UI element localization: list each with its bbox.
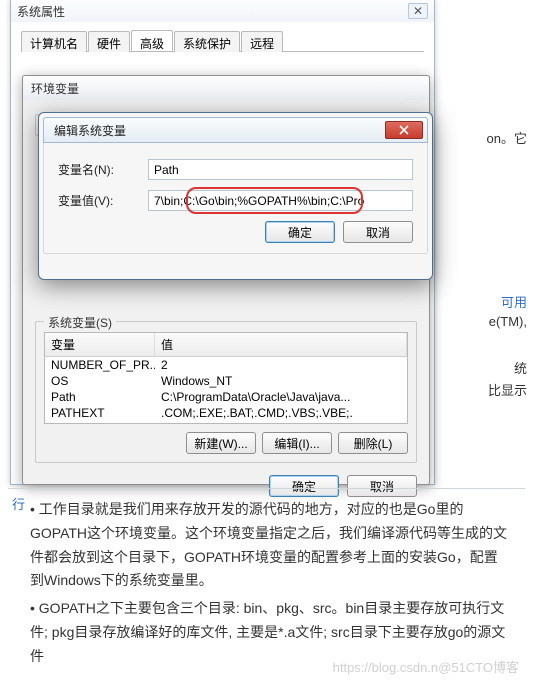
divider	[8, 488, 525, 489]
bg-text-fragment: 可用	[501, 292, 527, 311]
edit-system-variable-dialog: 编辑系统变量 变量名(N): 变量值(V): 确定 取消	[38, 112, 433, 280]
variable-name-input[interactable]	[148, 159, 413, 180]
close-icon[interactable]	[385, 121, 423, 139]
table-header: 变量 值	[45, 333, 407, 357]
cancel-button[interactable]: 取消	[347, 475, 417, 497]
table-row[interactable]: OS Windows_NT	[45, 373, 407, 389]
table-row[interactable]: NUMBER_OF_PR... 2	[45, 357, 407, 373]
table-row[interactable]: Path C:\ProgramData\Oracle\Java\java...	[45, 389, 407, 405]
tab-hardware[interactable]: 硬件	[88, 31, 130, 52]
editdlg-title: 编辑系统变量	[54, 122, 126, 139]
article-paragraph: 工作目录就是我们用来存放开发的源代码的地方，对应的也是Go里的GOPATH这个环…	[30, 498, 509, 593]
edit-button[interactable]: 编辑(I)...	[262, 432, 332, 454]
watermark: https://blog.csdn.n@51CTO博客	[333, 657, 519, 676]
bg-text-fragment: e(TM),	[489, 314, 527, 329]
variable-name-label: 变量名(N):	[58, 161, 148, 178]
bg-text-fragment: on。它	[487, 128, 527, 147]
bg-text-fragment: 行	[12, 494, 25, 513]
editdlg-titlebar[interactable]: 编辑系统变量	[43, 117, 428, 143]
variable-value-label: 变量值(V):	[58, 192, 148, 209]
envdlg-title: 环境变量	[31, 80, 79, 97]
ok-button[interactable]: 确定	[265, 221, 335, 243]
tab-advanced[interactable]: 高级	[131, 30, 173, 51]
system-variables-table[interactable]: 变量 值 NUMBER_OF_PR... 2 OS Windows_NT Pat…	[44, 332, 408, 424]
bg-text-fragment: 比显示	[488, 380, 527, 399]
sysprops-tabs: 计算机名 硬件 高级 系统保护 远程	[21, 30, 424, 52]
delete-button[interactable]: 删除(L)	[338, 432, 408, 454]
article-text: 工作目录就是我们用来存放开发的源代码的地方，对应的也是Go里的GOPATH这个环…	[30, 498, 509, 673]
ok-button[interactable]: 确定	[269, 475, 339, 497]
envdlg-titlebar[interactable]: 环境变量	[23, 76, 429, 100]
cancel-button[interactable]: 取消	[343, 221, 413, 243]
table-row[interactable]: PATHEXT .COM;.EXE;.BAT;.CMD;.VBS;.VBE;.	[45, 405, 407, 421]
system-variables-group: 系统变量(S) 变量 值 NUMBER_OF_PR... 2 OS Window…	[35, 321, 417, 463]
col-name[interactable]: 变量	[45, 333, 155, 356]
sysprops-titlebar[interactable]: 系统属性 ✕	[11, 0, 434, 22]
tab-system-protection[interactable]: 系统保护	[174, 31, 240, 52]
system-variables-group-title: 系统变量(S)	[44, 314, 116, 331]
variable-value-input[interactable]	[148, 190, 413, 211]
bg-text-fragment: 统	[514, 358, 527, 377]
new-button[interactable]: 新建(W)...	[186, 432, 256, 454]
tab-computer-name[interactable]: 计算机名	[21, 31, 87, 52]
sysprops-title: 系统属性	[17, 3, 65, 20]
col-value[interactable]: 值	[155, 333, 407, 356]
close-icon[interactable]: ✕	[408, 3, 428, 19]
tab-remote[interactable]: 远程	[241, 31, 283, 52]
